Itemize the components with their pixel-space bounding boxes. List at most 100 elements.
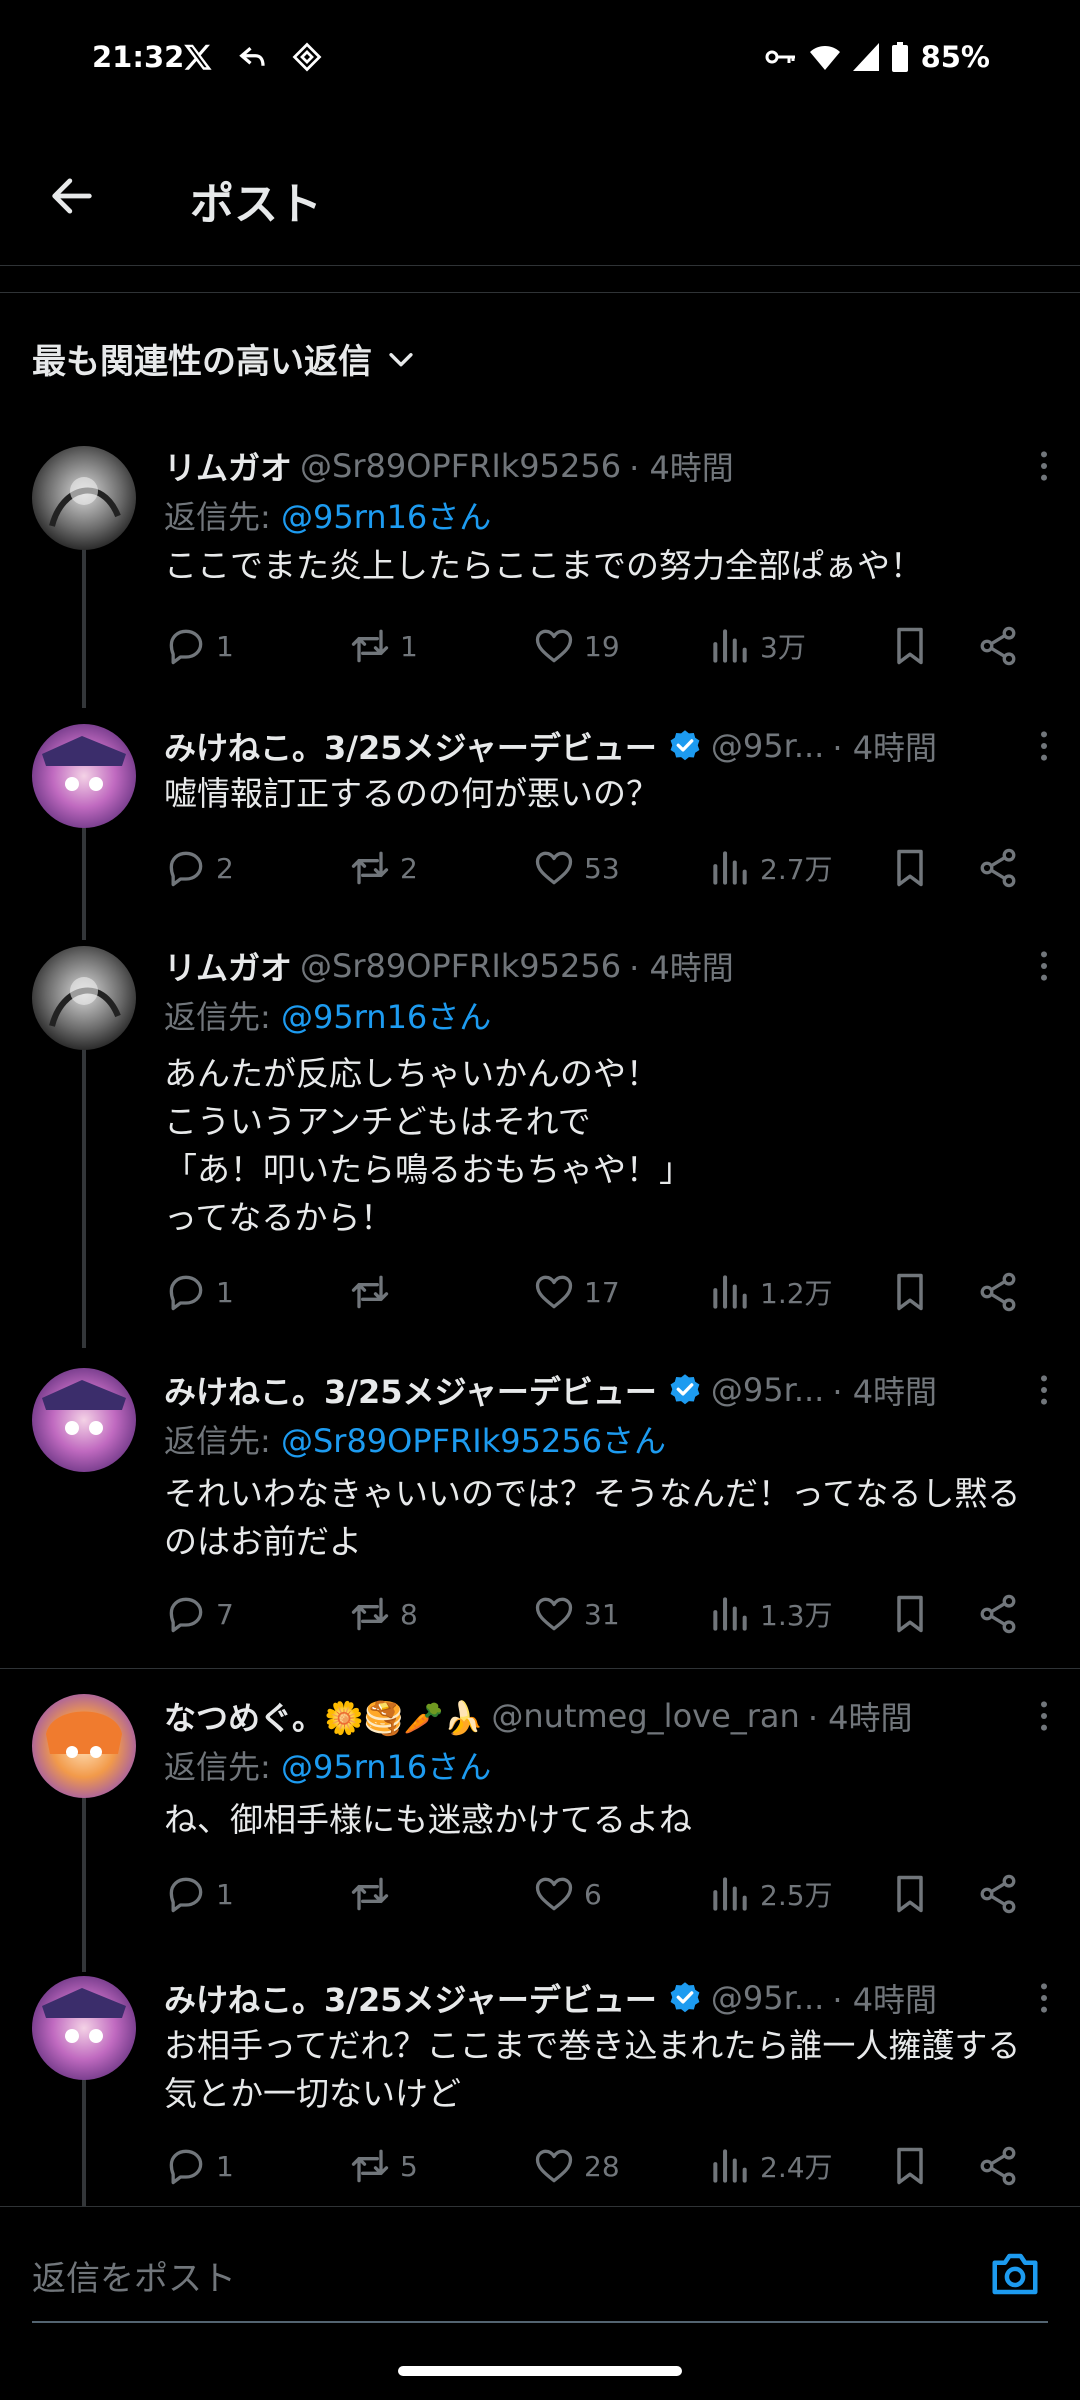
share-button[interactable] [976, 1872, 1020, 1916]
post-header: みけねこ。3/25メジャーデビュー @95r... · 4時間 [164, 722, 1020, 770]
share-button[interactable] [976, 624, 1020, 668]
like-button[interactable]: 17 [532, 1270, 620, 1314]
user-handle[interactable]: @95r... [711, 727, 824, 765]
reply-post[interactable]: みけねこ。3/25メジャーデビュー @95r... · 4時間 お相手ってだれ？… [0, 1964, 1080, 2206]
reply-input[interactable]: 返信をポスト [32, 2251, 236, 2300]
reply-button[interactable]: 1 [164, 1270, 234, 1314]
reply-to-mention[interactable]: @95rn16さん [281, 1748, 491, 1786]
avatar[interactable] [32, 1976, 136, 2080]
reply-to-mention[interactable]: @Sr89OPFRIk95256さん [281, 1422, 666, 1460]
reply-button[interactable]: 7 [164, 1592, 234, 1636]
reply-post[interactable]: なつめぐ。🌼🥞🥕🍌 @nutmeg_love_ran · 4時間 返信先: @9… [0, 1684, 1080, 1972]
back-arrow-icon[interactable] [46, 170, 98, 222]
post-time[interactable]: · 4時間 [629, 443, 734, 489]
user-handle[interactable]: @Sr89OPFRIk95256 [300, 447, 621, 485]
like-button[interactable]: 31 [532, 1592, 620, 1636]
repost-button[interactable]: 8 [348, 1592, 418, 1636]
bookmark-button[interactable] [888, 1270, 932, 1314]
repost-count: 2 [400, 851, 418, 885]
reply-post[interactable]: みけねこ。3/25メジャーデビュー @95r... · 4時間 返信先: @Sr… [0, 1356, 1080, 1656]
camera-icon[interactable] [988, 2249, 1042, 2299]
share-button[interactable] [976, 1270, 1020, 1314]
avatar[interactable] [32, 1694, 136, 1798]
more-icon[interactable] [1024, 946, 1064, 986]
views-button[interactable]: 1.2万 [708, 1270, 833, 1314]
thread-separator [0, 1668, 1080, 1669]
user-handle[interactable]: @nutmeg_love_ran [491, 1697, 799, 1735]
display-name[interactable]: なつめぐ。🌼🥞🥕🍌 [164, 1693, 483, 1739]
repost-button[interactable] [348, 1270, 400, 1314]
post-time[interactable]: · 4時間 [832, 1367, 937, 1413]
avatar[interactable] [32, 446, 136, 550]
views-button[interactable]: 3万 [708, 624, 806, 668]
diamond-icon [292, 42, 322, 72]
views-button[interactable]: 2.4万 [708, 2144, 833, 2188]
display-name[interactable]: リムガオ [164, 943, 292, 989]
user-handle[interactable]: @95r... [711, 1979, 824, 2017]
view-count: 2.4万 [760, 2151, 833, 2184]
more-icon[interactable] [1024, 1370, 1064, 1410]
avatar[interactable] [32, 946, 136, 1050]
post-time[interactable]: · 4時間 [629, 943, 734, 989]
post-actions: 2 2 53 2.7万 [164, 846, 1060, 896]
post-time[interactable]: · 4時間 [832, 723, 937, 769]
more-icon[interactable] [1024, 1978, 1064, 2018]
more-icon[interactable] [1024, 446, 1064, 486]
reply-count: 1 [216, 2149, 234, 2183]
repost-button[interactable] [348, 1872, 400, 1916]
post-header: みけねこ。3/25メジャーデビュー @95r... · 4時間 [164, 1366, 1020, 1414]
reply-sort-dropdown[interactable]: 最も関連性の高い返信 [32, 334, 418, 383]
repost-button[interactable]: 2 [348, 846, 418, 890]
reply-post[interactable]: リムガオ @Sr89OPFRIk95256 · 4時間 返信先: @95rn16… [0, 930, 1080, 1348]
repost-button[interactable]: 1 [348, 624, 418, 668]
like-count: 28 [584, 2149, 620, 2183]
views-button[interactable]: 2.7万 [708, 846, 833, 890]
post-time[interactable]: · 4時間 [832, 1975, 937, 2021]
wifi-icon [809, 46, 840, 70]
reply-to-mention[interactable]: @95rn16さん [281, 998, 491, 1036]
reply-post[interactable]: リムガオ @Sr89OPFRIk95256 · 4時間 返信先: @95rn16… [0, 430, 1080, 708]
like-button[interactable]: 19 [532, 624, 620, 668]
reply-button[interactable]: 1 [164, 2144, 234, 2188]
avatar[interactable] [32, 724, 136, 828]
repost-count: 5 [400, 2149, 418, 2183]
share-button[interactable] [976, 846, 1020, 890]
bookmark-button[interactable] [888, 624, 932, 668]
share-button[interactable] [976, 1592, 1020, 1636]
reply-to-mention[interactable]: @95rn16さん [281, 498, 491, 536]
bookmark-button[interactable] [888, 1872, 932, 1916]
views-button[interactable]: 1.3万 [708, 1592, 833, 1636]
like-button[interactable]: 6 [532, 1872, 602, 1916]
reply-button[interactable]: 2 [164, 846, 234, 890]
bookmark-button[interactable] [888, 2144, 932, 2188]
reply-button[interactable]: 1 [164, 624, 234, 668]
avatar[interactable] [32, 1368, 136, 1472]
bookmark-button[interactable] [888, 1592, 932, 1636]
more-icon[interactable] [1024, 726, 1064, 766]
user-handle[interactable]: @Sr89OPFRIk95256 [300, 947, 621, 985]
post-time[interactable]: · 4時間 [808, 1693, 913, 1739]
home-gesture-bar[interactable] [398, 2366, 682, 2376]
status-system-icons: 85% [765, 40, 990, 74]
views-button[interactable]: 2.5万 [708, 1872, 833, 1916]
share-button[interactable] [976, 2144, 1020, 2188]
repost-count: 8 [400, 1597, 418, 1631]
post-header: リムガオ @Sr89OPFRIk95256 · 4時間 [164, 442, 1020, 490]
like-count: 53 [584, 851, 620, 885]
thread-line [82, 538, 86, 708]
like-button[interactable]: 28 [532, 2144, 620, 2188]
user-handle[interactable]: @95r... [711, 1371, 824, 1409]
reply-post[interactable]: みけねこ。3/25メジャーデビュー @95r... · 4時間 嘘情報訂正するの… [0, 712, 1080, 940]
display-name[interactable]: みけねこ。3/25メジャーデビュー [164, 1975, 657, 2021]
reply-button[interactable]: 1 [164, 1872, 234, 1916]
more-icon[interactable] [1024, 1696, 1064, 1736]
display-name[interactable]: みけねこ。3/25メジャーデビュー [164, 723, 657, 769]
like-button[interactable]: 53 [532, 846, 620, 890]
thread-line [82, 2072, 86, 2206]
bookmark-button[interactable] [888, 846, 932, 890]
like-count: 19 [584, 629, 620, 663]
status-time: 21:32 [92, 40, 185, 74]
repost-button[interactable]: 5 [348, 2144, 418, 2188]
display-name[interactable]: リムガオ [164, 443, 292, 489]
display-name[interactable]: みけねこ。3/25メジャーデビュー [164, 1367, 657, 1413]
